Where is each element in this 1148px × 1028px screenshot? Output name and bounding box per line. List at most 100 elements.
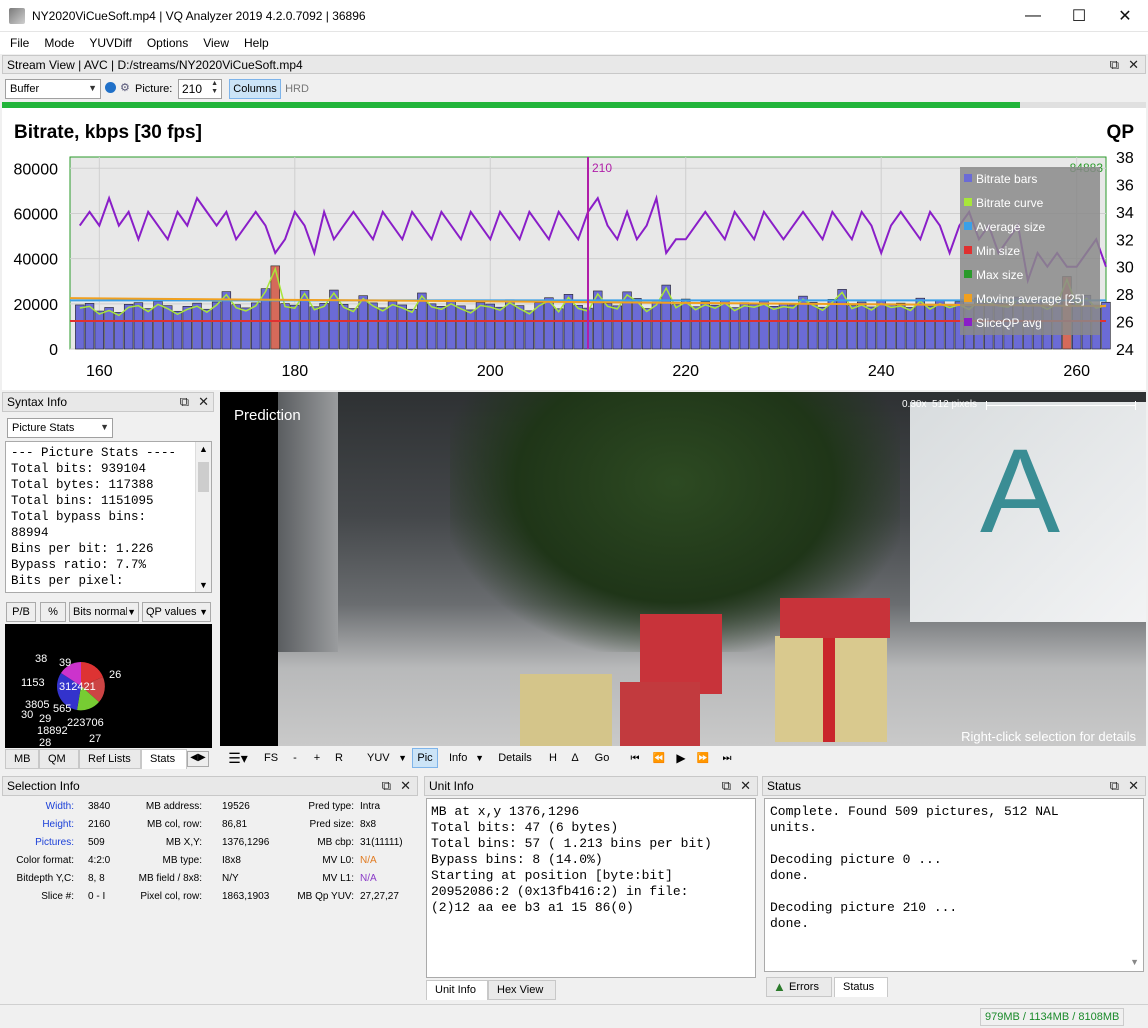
- picture-label: Picture:: [135, 83, 172, 95]
- delta-button[interactable]: Δ: [568, 748, 582, 768]
- close-icon[interactable]: ✕: [740, 778, 751, 794]
- details-button[interactable]: Details: [496, 748, 534, 768]
- scrollbar-thumb[interactable]: [198, 462, 209, 492]
- video-preview[interactable]: A Prediction 0.30x 512 pixels Right-clic…: [220, 392, 1146, 746]
- pie-chart: 38 39 26 1153 312421 30 29 18892 223706 …: [5, 624, 212, 748]
- pie-label: 18892: [37, 725, 68, 737]
- tab-stats[interactable]: Stats: [141, 749, 187, 769]
- chevron-down-icon[interactable]: ▼: [1130, 957, 1139, 967]
- percent-button[interactable]: %: [40, 602, 66, 622]
- bitrate-bar: [457, 306, 466, 349]
- picture-stats-box[interactable]: --- Picture Stats ---- Total bits: 93910…: [5, 441, 212, 593]
- minimize-button[interactable]: —: [1010, 0, 1056, 32]
- tab-ref-lists[interactable]: Ref Lists: [79, 749, 141, 769]
- menu-view[interactable]: View: [197, 36, 235, 50]
- chevron-down-icon[interactable]: ▼: [199, 580, 208, 590]
- qp-values-select[interactable]: QP values ▼: [142, 602, 211, 622]
- h-button[interactable]: H: [546, 748, 560, 768]
- status-box[interactable]: Complete. Found 509 pictures, 512 NAL un…: [764, 798, 1144, 972]
- menu-options[interactable]: Options: [141, 36, 194, 50]
- yuv-select[interactable]: YUV▼: [363, 748, 407, 768]
- info-icon[interactable]: [105, 82, 116, 93]
- float-icon[interactable]: ⧉: [382, 778, 391, 794]
- chevron-up-icon[interactable]: ▲: [199, 444, 208, 454]
- bits-normal-select[interactable]: Bits normal ▼: [69, 602, 139, 622]
- scale-bar: [986, 405, 1136, 406]
- tab-unit-info[interactable]: Unit Info: [426, 980, 488, 1000]
- selection-key: Pictures:: [2, 837, 74, 848]
- info-select[interactable]: Info▼: [444, 748, 486, 768]
- close-icon[interactable]: ✕: [198, 394, 209, 410]
- tab-mb[interactable]: MB: [5, 749, 39, 769]
- selection-value: 0 - I: [88, 891, 105, 902]
- pb-button[interactable]: P/B: [6, 602, 36, 622]
- bitrate-bar: [75, 305, 84, 349]
- columns-button[interactable]: Columns: [229, 79, 281, 99]
- menu-mode[interactable]: Mode: [38, 36, 80, 50]
- close-icon[interactable]: ✕: [400, 778, 411, 794]
- float-icon[interactable]: ⧉: [1110, 778, 1119, 794]
- pie-label: 312421: [59, 681, 96, 693]
- bitrate-bar: [124, 304, 133, 349]
- hrd-button[interactable]: HRD: [284, 79, 310, 99]
- y2-tick-label: 32: [1116, 232, 1134, 249]
- menu-bar: File Mode YUVDiff Options View Help: [0, 32, 1148, 54]
- bitrate-bar: [701, 302, 710, 349]
- y2-tick-label: 24: [1116, 342, 1134, 359]
- prediction-label: Prediction: [234, 407, 301, 424]
- last-frame-icon[interactable]: ⏭: [718, 748, 736, 768]
- selection-info-header: Selection Info ⧉ ✕: [2, 776, 418, 796]
- tab-hex-view[interactable]: Hex View: [488, 980, 556, 1000]
- tab-status[interactable]: Status: [834, 977, 888, 997]
- scrollbar[interactable]: ▲ ▼: [195, 442, 211, 592]
- right-click-hint: Right-click selection for details: [961, 729, 1136, 744]
- unit-info-box[interactable]: MB at x,y 1376,1296 Total bits: 47 (6 by…: [426, 798, 756, 978]
- status-bar: 979MB / 1134MB / 8108MB: [0, 1004, 1148, 1028]
- tab-qm[interactable]: QM: [39, 749, 79, 769]
- video-toolbar: ☰▾ FS - + R YUV▼ Pic Info▼ Details H Δ G…: [220, 746, 740, 770]
- bitrate-chart[interactable]: 0200004000060000800001601802002202402602…: [2, 108, 1146, 390]
- menu-icon[interactable]: ☰▾: [224, 748, 252, 768]
- close-icon[interactable]: ✕: [1128, 778, 1139, 794]
- menu-file[interactable]: File: [4, 36, 35, 50]
- float-icon[interactable]: ⧉: [1110, 57, 1119, 73]
- stats-select[interactable]: Picture Stats ▼: [7, 418, 113, 438]
- reset-zoom-button[interactable]: R: [332, 748, 346, 768]
- bitrate-bar: [525, 311, 534, 349]
- legend-swatch: [964, 318, 972, 326]
- bits-normal-value: Bits normal: [73, 606, 128, 618]
- float-icon[interactable]: ⧉: [180, 394, 189, 410]
- selection-value: 8, 8: [88, 873, 105, 884]
- tab-errors[interactable]: ▲ Errors: [766, 977, 832, 997]
- first-frame-icon[interactable]: ⏮: [626, 748, 644, 768]
- selection-value: 86,81: [222, 819, 247, 830]
- play-icon[interactable]: ▶: [672, 748, 690, 768]
- go-button[interactable]: Go: [590, 748, 614, 768]
- close-button[interactable]: ✕: [1102, 0, 1148, 32]
- spin-arrows-icon[interactable]: ▲▼: [211, 80, 218, 96]
- x-tick-label: 240: [868, 363, 895, 380]
- tab-scroll-arrows[interactable]: ◀▶: [187, 751, 209, 767]
- buffer-select[interactable]: Buffer ▼: [5, 79, 101, 99]
- x-tick-label: 160: [86, 363, 113, 380]
- menu-help[interactable]: Help: [238, 36, 275, 50]
- float-icon[interactable]: ⧉: [722, 778, 731, 794]
- y-tick-label: 20000: [14, 297, 59, 314]
- maximize-button[interactable]: ☐: [1056, 0, 1102, 32]
- zoom-out-button[interactable]: -: [288, 748, 302, 768]
- fullscreen-button[interactable]: FS: [262, 748, 280, 768]
- pic-button[interactable]: Pic: [412, 748, 438, 768]
- bitrate-bar: [857, 302, 866, 349]
- bitrate-bar: [261, 289, 270, 349]
- zoom-in-button[interactable]: +: [310, 748, 324, 768]
- menu-yuvdiff[interactable]: YUVDiff: [83, 36, 137, 50]
- wrench-icon[interactable]: ⚙: [120, 81, 130, 94]
- picture-spinbox[interactable]: 210 ▲▼: [178, 79, 222, 99]
- bitrate-bar: [202, 309, 211, 349]
- selection-key: Color format:: [2, 855, 74, 866]
- bitrate-bar: [935, 301, 944, 349]
- previous-frame-icon[interactable]: ⏪: [650, 748, 668, 768]
- legend-swatch: [964, 270, 972, 278]
- next-frame-icon[interactable]: ⏩: [694, 748, 712, 768]
- close-icon[interactable]: ✕: [1128, 57, 1139, 73]
